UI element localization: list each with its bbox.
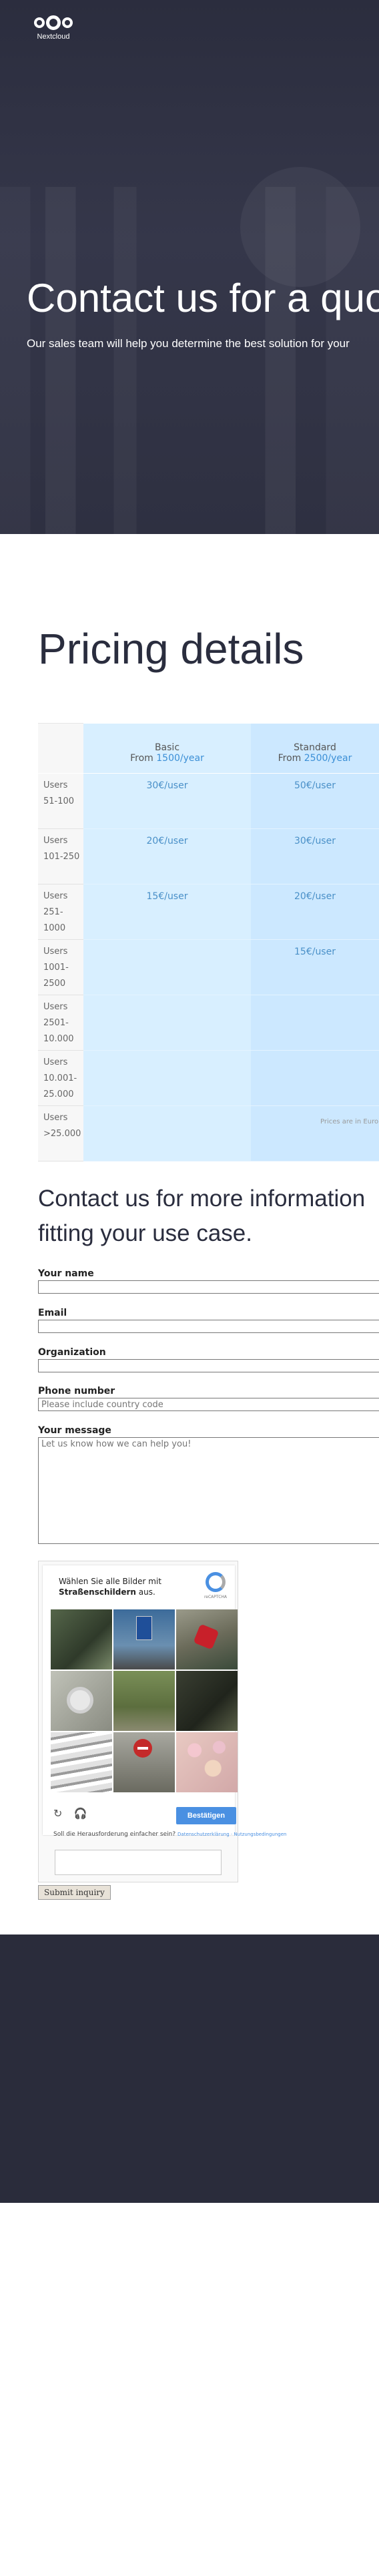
no-entry-sign-image: [133, 1739, 152, 1758]
recaptcha-icon: [206, 1572, 226, 1592]
audio-icon[interactable]: 🎧: [74, 1807, 87, 1820]
footer: [0, 1935, 379, 2203]
standard-price-cell: [251, 1105, 379, 1162]
table-row: Users 1001-2500 15€/user: [38, 939, 379, 995]
users-tier-cell: Users 2501-10.000: [38, 995, 83, 1051]
users-tier-cell: Users 101-250: [38, 828, 83, 884]
email-label: Email: [38, 1308, 67, 1318]
basic-price-cell: [83, 1105, 251, 1162]
nextcloud-logo[interactable]: Nextcloud: [27, 15, 80, 51]
basic-price-cell: 15€/user: [83, 884, 251, 940]
basic-price-cell: 20€/user: [83, 828, 251, 884]
captcha-tile[interactable]: [51, 1671, 112, 1731]
email-input[interactable]: [38, 1320, 379, 1333]
contact-heading: Contact us for more information fitting …: [38, 1186, 366, 1246]
verify-button[interactable]: Bestätigen: [176, 1807, 236, 1824]
phone-label: Phone number: [38, 1386, 115, 1396]
recaptcha-image-grid: [51, 1609, 238, 1792]
nextcloud-logo-icon: [27, 15, 80, 30]
users-tier-cell: Users 251-1000: [38, 884, 83, 940]
basic-price-cell: [83, 1050, 251, 1106]
hero-section: Nextcloud Contact us for a quo Our sales…: [0, 0, 379, 534]
plan-name: Standard: [294, 742, 336, 753]
plan-price: From 2500/year: [278, 752, 352, 764]
standard-price-cell: [251, 995, 379, 1051]
captcha-tile[interactable]: [176, 1732, 238, 1792]
street-sign-image: [136, 1616, 152, 1640]
table-row: Users 51-100 30€/user 50€/user: [38, 773, 379, 829]
hero-background-figure: [240, 167, 360, 287]
pricing-corner-cell: [38, 723, 83, 774]
message-label: Your message: [38, 1425, 111, 1436]
traffic-sign-image: [67, 1687, 93, 1714]
captcha-tile[interactable]: [113, 1671, 175, 1731]
captcha-tile[interactable]: [113, 1609, 175, 1669]
message-textarea[interactable]: [38, 1437, 379, 1544]
pricing-note: Prices are in Euro p: [320, 1118, 379, 1125]
users-tier-cell: Users 10.001-25.000: [38, 1050, 83, 1106]
standard-price-cell: 15€/user: [251, 939, 379, 995]
table-row: Users 101-250 20€/user 30€/user: [38, 828, 379, 884]
pricing-heading: Pricing details: [38, 625, 304, 673]
table-row: Users 10.001-25.000: [38, 1050, 379, 1106]
recaptcha-instruction: Wählen Sie alle Bilder mit Straßenschild…: [59, 1577, 161, 1597]
basic-price-cell: [83, 939, 251, 995]
captcha-tile[interactable]: [51, 1732, 112, 1792]
recaptcha-controls: ↻ 🎧: [53, 1807, 95, 1820]
recaptcha-response-field[interactable]: [55, 1850, 222, 1875]
standard-price-cell: 50€/user: [251, 773, 379, 829]
organization-input[interactable]: [38, 1359, 379, 1372]
plan-basic-header: Basic From 1500/year: [83, 723, 251, 774]
users-tier-cell: Users >25.000: [38, 1105, 83, 1162]
recaptcha-challenge: Wählen Sie alle Bilder mit Straßenschild…: [38, 1561, 286, 1882]
recaptcha-hint: Soll die Herausforderung einfacher sein?…: [53, 1831, 287, 1838]
table-row: Users 2501-10.000: [38, 995, 379, 1051]
captcha-tile[interactable]: [113, 1732, 175, 1792]
captcha-tile[interactable]: [176, 1671, 238, 1731]
page-title: Contact us for a quo: [27, 276, 379, 320]
phone-input[interactable]: [38, 1398, 379, 1411]
basic-price-cell: [83, 995, 251, 1051]
recaptcha-panel: Wählen Sie alle Bilder mit Straßenschild…: [43, 1565, 286, 1838]
users-tier-cell: Users 1001-2500: [38, 939, 83, 995]
standard-price-cell: 30€/user: [251, 828, 379, 884]
pricing-table: Basic From 1500/year Standard From 2500/…: [38, 723, 379, 1162]
nextcloud-wordmark: Nextcloud: [37, 33, 70, 41]
pricing-header-row: Basic From 1500/year Standard From 2500/…: [38, 723, 379, 774]
basic-price-cell: 30€/user: [83, 773, 251, 829]
table-row: Users 251-1000 15€/user 20€/user: [38, 884, 379, 940]
captcha-tile[interactable]: [51, 1609, 112, 1669]
organization-label: Organization: [38, 1347, 106, 1358]
name-input[interactable]: [38, 1280, 379, 1294]
reload-icon[interactable]: ↻: [53, 1807, 62, 1820]
captcha-tile[interactable]: [176, 1609, 238, 1669]
page-subtitle: Our sales team will help you determine t…: [27, 337, 350, 350]
recaptcha-links[interactable]: Datenschutzerklärung · Nutzungsbedingung…: [177, 1832, 286, 1837]
name-label: Your name: [38, 1268, 94, 1279]
standard-price-cell: [251, 1050, 379, 1106]
users-tier-cell: Users 51-100: [38, 773, 83, 829]
stop-sign-image: [193, 1623, 220, 1650]
plan-price: From 1500/year: [130, 752, 204, 764]
standard-price-cell: 20€/user: [251, 884, 379, 940]
plan-name: Basic: [154, 742, 180, 753]
submit-inquiry-button[interactable]: Submit inquiry: [38, 1885, 111, 1900]
recaptcha-logo: reCAPTCHA: [200, 1572, 231, 1605]
table-row: Users >25.000: [38, 1105, 379, 1162]
plan-standard-header: Standard From 2500/year: [251, 723, 379, 774]
